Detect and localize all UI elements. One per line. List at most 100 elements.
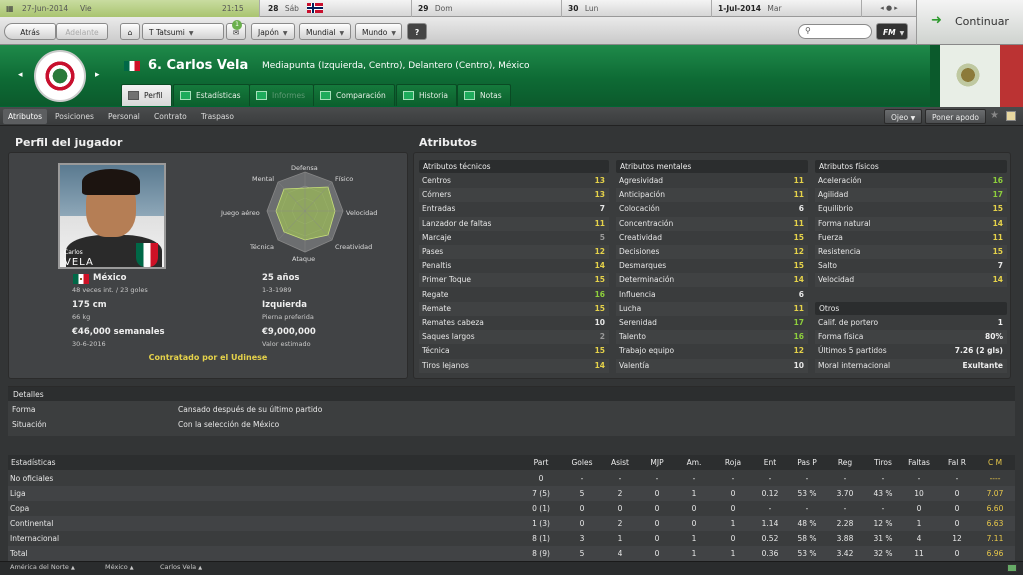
attribute-value: 10 — [594, 318, 605, 327]
world-menu[interactable]: Mundo ▼ — [355, 23, 402, 40]
attribute-row[interactable]: Valentía 10 — [616, 359, 808, 373]
manager-menu[interactable]: T Tatsumi ▼ — [142, 23, 224, 40]
attribute-row[interactable]: Regate 16 — [419, 288, 609, 302]
calendar-day[interactable]: 29 Dom — [412, 0, 562, 17]
note-icon[interactable] — [1006, 111, 1016, 121]
attribute-row[interactable]: Moral internacional Exultante — [815, 359, 1007, 373]
breadcrumb-region[interactable]: América del Norte ▲ — [10, 563, 75, 571]
radar-label-velocidad: Velocidad — [346, 209, 378, 217]
attribute-row[interactable]: Talento 16 — [616, 330, 808, 344]
attribute-row[interactable]: Córners 13 — [419, 188, 609, 202]
attribute-row[interactable]: Aceleración 16 — [815, 174, 1007, 188]
attribute-row[interactable]: Influencia 6 — [616, 288, 808, 302]
attribute-row[interactable]: Colocación 6 — [616, 202, 808, 216]
attribute-row[interactable]: Concentración 11 — [616, 217, 808, 231]
attribute-row[interactable]: Fuerza 11 — [815, 231, 1007, 245]
attribute-row[interactable]: Saques largos 2 — [419, 330, 609, 344]
attribute-row[interactable]: Tiros lejanos 14 — [419, 359, 609, 373]
attribute-row[interactable]: Centros 13 — [419, 174, 609, 188]
attribute-row[interactable]: Equilibrio 15 — [815, 202, 1007, 216]
attribute-row[interactable]: Creatividad 15 — [616, 231, 808, 245]
calendar-day[interactable]: 30 Lun — [562, 0, 712, 17]
attribute-row[interactable]: Primer Toque 15 — [419, 273, 609, 287]
tab-notas[interactable]: Notas — [457, 84, 511, 106]
nation[interactable]: México — [93, 273, 127, 283]
attribute-row[interactable]: Resistencia 15 — [815, 245, 1007, 259]
tab-estadisticas[interactable]: Estadísticas — [173, 84, 250, 106]
attribute-row[interactable]: Calif. de portero 1 — [815, 316, 1007, 330]
calendar-nav[interactable]: ◂ ● ▸ — [862, 0, 916, 17]
attribute-row[interactable]: Remates cabeza 10 — [419, 316, 609, 330]
attribute-row[interactable]: Anticipación 11 — [616, 188, 808, 202]
attribute-row[interactable]: Penaltis 14 — [419, 259, 609, 273]
chevron-up-icon: ▲ — [129, 565, 134, 571]
player-positions: Mediapunta (Izquierda, Centro), Delanter… — [262, 61, 530, 71]
nickname-button[interactable]: Poner apodo — [925, 109, 986, 124]
fm-menu[interactable]: FM ▼ — [876, 23, 908, 40]
subtab-traspaso[interactable]: Traspaso — [196, 109, 239, 124]
attribute-value: 11 — [992, 232, 1003, 242]
stats-column-header[interactable]: C M — [970, 458, 1020, 467]
search-input[interactable]: ⚲ — [798, 24, 872, 39]
scout-button[interactable]: Ojeo ▼ — [884, 109, 923, 124]
attribute-row[interactable]: Decisiones 12 — [616, 245, 808, 259]
attribute-row[interactable]: Forma física 80% — [815, 330, 1007, 344]
star-icon[interactable]: ★ — [990, 110, 999, 121]
previous-player-icon[interactable]: ◂ — [18, 70, 23, 80]
attribute-row[interactable]: Técnica 15 — [419, 344, 609, 358]
stats-cell: ---- — [989, 474, 1001, 483]
subtab-atributos[interactable]: Atributos — [3, 109, 48, 124]
attribute-value: 16 — [793, 332, 804, 342]
breadcrumb-nation[interactable]: México ▲ — [105, 563, 134, 571]
calendar-day[interactable]: 28 Sáb — [262, 0, 412, 17]
attribute-row[interactable]: Últimos 5 partidos 7.26 (2 gls) — [815, 344, 1007, 358]
breadcrumb-player[interactable]: Carlos Vela ▲ — [160, 563, 202, 571]
calendar-day-label: Lun — [584, 4, 599, 13]
attribute-row[interactable]: Agilidad 17 — [815, 188, 1007, 202]
attribute-name: Aceleración — [818, 176, 862, 185]
tab-historia[interactable]: Historia — [396, 84, 457, 106]
subtab-contrato[interactable]: Contrato — [149, 109, 192, 124]
attribute-name: Moral internacional — [818, 360, 891, 370]
help-button[interactable]: ? — [407, 23, 427, 40]
attribute-row[interactable]: Velocidad 14 — [815, 273, 1007, 287]
attribute-name: Anticipación — [619, 190, 666, 200]
screen-icon[interactable] — [1007, 564, 1017, 572]
attribute-row[interactable]: Lucha 11 — [616, 302, 808, 316]
tab-perfil[interactable]: Perfil — [121, 84, 172, 106]
estimated-value-label: Valor estimado — [262, 340, 311, 348]
attribute-row[interactable]: Entradas 7 — [419, 202, 609, 216]
attribute-name: Técnica — [422, 346, 450, 356]
attribute-row[interactable]: Lanzador de faltas 11 — [419, 217, 609, 231]
attribute-value: 12 — [793, 247, 804, 256]
attribute-row[interactable]: Pases 12 — [419, 245, 609, 259]
attribute-row[interactable]: Forma natural 14 — [815, 217, 1007, 231]
tab-informes[interactable]: Informes — [249, 84, 314, 106]
mexico-team-crest[interactable] — [34, 50, 86, 102]
attribute-row[interactable]: Marcaje 5 — [419, 231, 609, 245]
attribute-row[interactable]: Serenidad 17 — [616, 316, 808, 330]
attribute-row[interactable]: Desmarques 15 — [616, 259, 808, 273]
tab-comparacion[interactable]: Comparación — [313, 84, 395, 106]
stats-cell: 7.11 — [986, 534, 1004, 543]
calendar-day[interactable]: 1-Jul-2014 Mar — [712, 0, 862, 17]
subtab-posiciones[interactable]: Posiciones — [50, 109, 99, 124]
calendar-today[interactable]: ▦ 27-Jun-2014 Vie 21:15 — [0, 0, 260, 17]
attribute-name: Agilidad — [818, 190, 849, 200]
world-cup-menu[interactable]: Mundial ▼ — [299, 23, 351, 40]
attribute-row[interactable]: Determinación 14 — [616, 273, 808, 287]
japan-menu[interactable]: Japón ▼ — [251, 23, 295, 40]
attribute-row[interactable]: Salto 7 — [815, 259, 1007, 273]
attribute-row[interactable]: Remate 15 — [419, 302, 609, 316]
radar-label-defensa: Defensa — [291, 164, 318, 172]
attribute-row[interactable]: Trabajo equipo 12 — [616, 344, 808, 358]
home-button[interactable]: ⌂ — [120, 23, 140, 40]
forward-button[interactable]: Adelante — [56, 23, 108, 40]
attribute-row[interactable]: Agresividad 11 — [616, 174, 808, 188]
continue-button[interactable]: ➜ Continuar — [916, 0, 1023, 45]
subtab-personal[interactable]: Personal — [103, 109, 145, 124]
contract-status[interactable]: Contratado por el Udinese — [108, 353, 308, 362]
next-player-icon[interactable]: ▸ — [95, 70, 100, 80]
back-button[interactable]: Atrás — [4, 23, 56, 40]
stats-row-label: Continental — [10, 519, 54, 528]
